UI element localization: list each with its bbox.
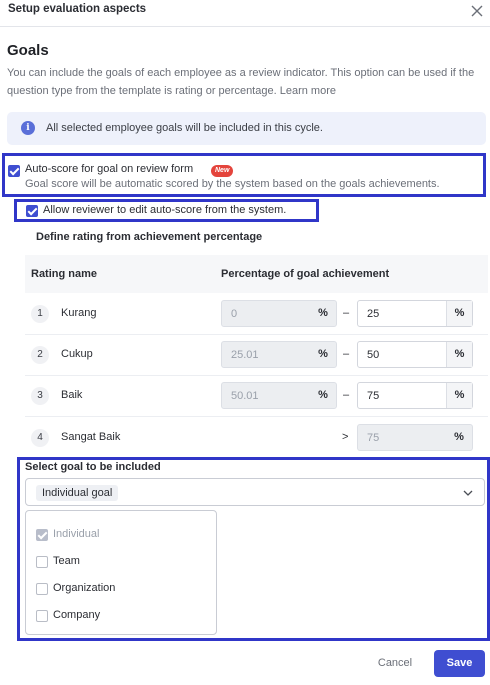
option-checkbox[interactable] bbox=[36, 610, 48, 622]
from-value: 0 bbox=[231, 308, 238, 320]
option-label: Individual bbox=[53, 528, 100, 540]
row-divider bbox=[25, 375, 488, 376]
rating-row-number: 2 bbox=[31, 346, 49, 364]
cancel-button[interactable]: Cancel bbox=[367, 651, 423, 675]
selected-goal-chip: Individual goal bbox=[36, 485, 119, 501]
row-divider bbox=[25, 334, 488, 335]
percent-unit: % bbox=[318, 389, 328, 401]
header-divider bbox=[0, 26, 490, 27]
option-label[interactable]: Organization bbox=[53, 582, 115, 594]
goal-type-dropdown: Individual Team Organization Company bbox=[25, 510, 217, 635]
percent-unit: % bbox=[454, 431, 464, 443]
range-separator: – bbox=[343, 348, 350, 360]
new-badge: New bbox=[211, 165, 234, 177]
from-value: 25.01 bbox=[231, 349, 259, 361]
percent-unit: % bbox=[318, 307, 328, 319]
auto-score-label: Auto-score for goal on review form bbox=[25, 163, 194, 175]
goal-select-label: Select goal to be included bbox=[25, 461, 161, 473]
option-checkbox bbox=[36, 529, 48, 541]
rating-section-label: Define rating from achievement percentag… bbox=[36, 231, 263, 243]
from-percentage-input: 25.01 % bbox=[221, 341, 337, 368]
to-value: 75 bbox=[367, 432, 380, 444]
col-rating-name: Rating name bbox=[31, 268, 98, 280]
rating-row-number: 4 bbox=[31, 429, 49, 447]
auto-score-sublabel: Goal score will be automatic scored by t… bbox=[25, 178, 440, 190]
to-value: 75 bbox=[367, 390, 380, 402]
to-percentage-input[interactable]: 25 % bbox=[357, 300, 473, 327]
goal-type-select[interactable]: Individual goal bbox=[25, 478, 485, 506]
highlight-frame-auto-score bbox=[2, 153, 486, 197]
from-percentage-input: 0 % bbox=[221, 300, 337, 327]
rating-name: Sangat Baik bbox=[61, 431, 121, 443]
close-icon[interactable] bbox=[468, 2, 486, 20]
auto-score-checkbox[interactable] bbox=[8, 165, 20, 177]
to-value: 25 bbox=[367, 308, 380, 320]
learn-more-link[interactable]: Learn more bbox=[280, 85, 336, 97]
from-value: 50.01 bbox=[231, 390, 259, 402]
save-button[interactable]: Save bbox=[434, 650, 485, 677]
rating-name: Cukup bbox=[61, 348, 93, 360]
info-icon: i bbox=[21, 121, 35, 135]
to-percentage-input: 75 % bbox=[357, 424, 473, 451]
to-percentage-input[interactable]: 75 % bbox=[357, 382, 473, 409]
goals-description: You can include the goals of each employ… bbox=[7, 64, 487, 100]
rating-row-number: 3 bbox=[31, 387, 49, 405]
rating-name: Kurang bbox=[61, 307, 97, 319]
goals-description-text: You can include the goals of each employ… bbox=[7, 67, 475, 97]
col-percentage: Percentage of goal achievement bbox=[221, 268, 390, 280]
percent-unit: % bbox=[446, 383, 472, 408]
percent-unit: % bbox=[446, 301, 472, 326]
to-value: 50 bbox=[367, 349, 380, 361]
allow-edit-checkbox[interactable] bbox=[26, 205, 38, 217]
percent-unit: % bbox=[318, 348, 328, 360]
chevron-down-icon bbox=[463, 490, 473, 496]
greater-than-sign: > bbox=[342, 431, 349, 443]
info-text: All selected employee goals will be incl… bbox=[46, 122, 323, 134]
range-separator: – bbox=[343, 307, 350, 319]
allow-edit-label: Allow reviewer to edit auto-score from t… bbox=[43, 204, 287, 216]
from-percentage-input: 50.01 % bbox=[221, 382, 337, 409]
range-separator: – bbox=[343, 389, 350, 401]
option-label[interactable]: Company bbox=[53, 609, 100, 621]
to-percentage-input[interactable]: 50 % bbox=[357, 341, 473, 368]
rating-name: Baik bbox=[61, 389, 83, 401]
section-title: Goals bbox=[7, 42, 49, 59]
row-divider bbox=[25, 416, 488, 417]
dialog-title: Setup evaluation aspects bbox=[8, 3, 147, 15]
rating-row-number: 1 bbox=[31, 305, 49, 323]
percent-unit: % bbox=[446, 342, 472, 367]
option-checkbox[interactable] bbox=[36, 556, 48, 568]
option-label[interactable]: Team bbox=[53, 555, 80, 567]
option-checkbox[interactable] bbox=[36, 583, 48, 595]
